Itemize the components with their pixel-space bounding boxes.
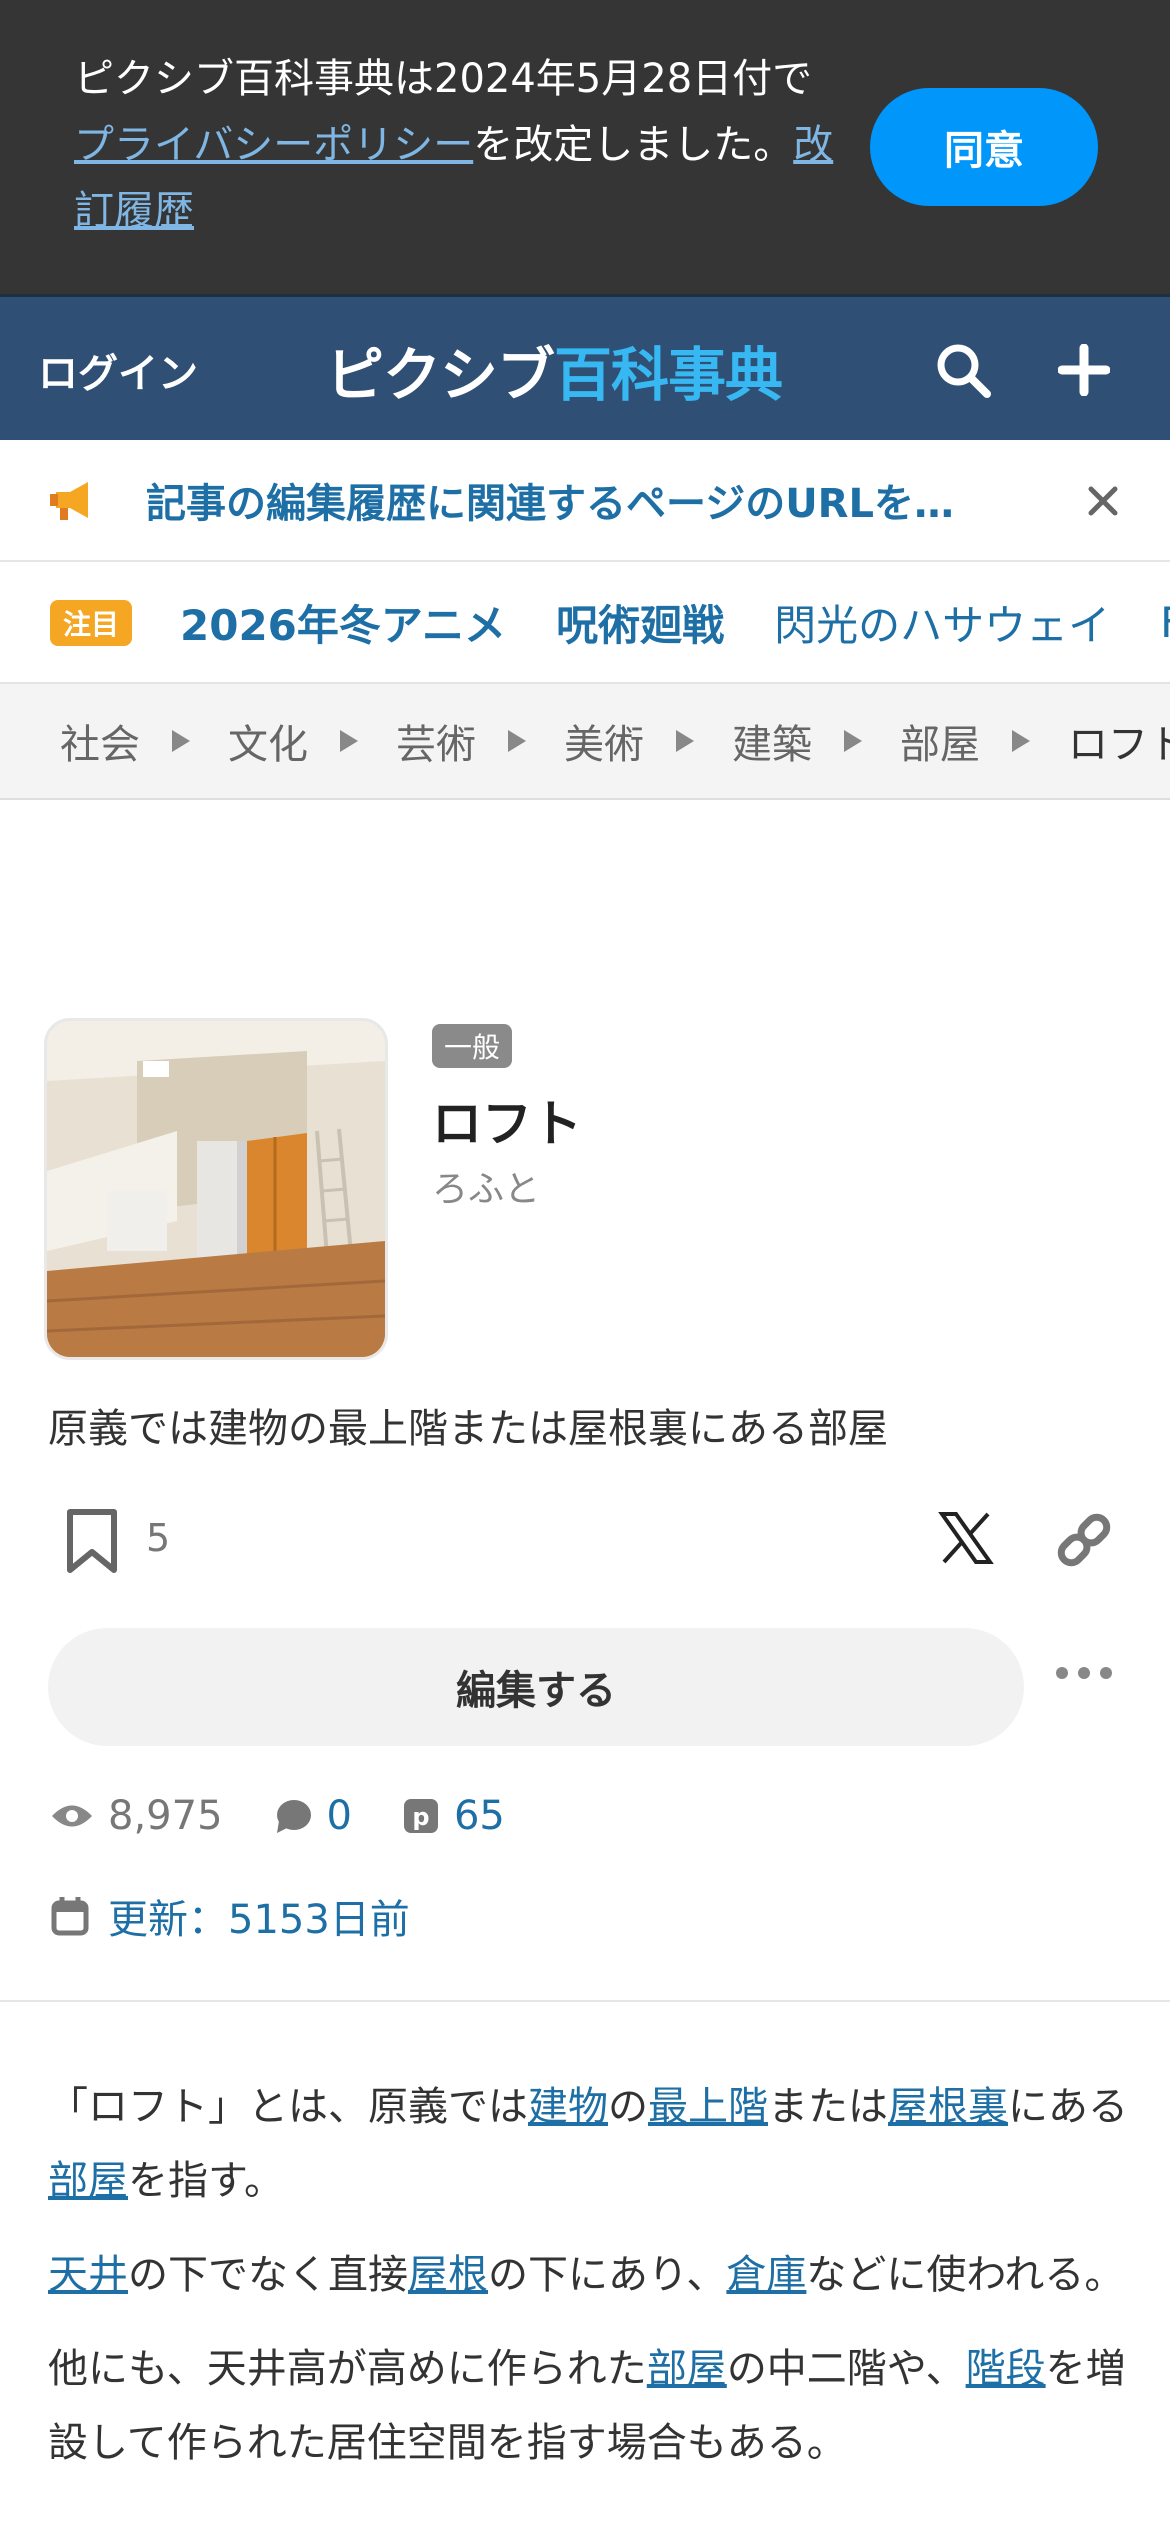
article-reading: ろふと — [432, 1169, 541, 1210]
body-text: を指す。 — [128, 2158, 284, 2204]
article-stats: 8,975 0 p 65 — [50, 1786, 555, 1846]
article-summary: 原義では建物の最上階または屋根裏にある部屋 — [48, 1406, 888, 1452]
breadcrumb-current: ロフト — [1068, 722, 1170, 768]
privacy-policy-link[interactable]: プライバシーポリシー — [74, 122, 473, 168]
notice-bar[interactable]: 記事の編集履歴に関連するページのURLを… — [0, 440, 1170, 562]
consent-text: ピクシブ百科事典は2024年5月28日付でプライバシーポリシーを改定しました。改… — [74, 46, 834, 244]
breadcrumb-item[interactable]: 建築 — [732, 712, 812, 770]
edit-button[interactable]: 編集する — [48, 1628, 1024, 1746]
updated-date[interactable]: 更新：5153日前 — [50, 1886, 410, 1946]
category-badge[interactable]: 一般 — [432, 1024, 513, 1068]
article-body: 「ロフト」とは、原義では建物の最上階または屋根裏にある部屋を指す。 天井の下でな… — [48, 2070, 1128, 2500]
pixiv-works-stat[interactable]: p 65 — [402, 1793, 505, 1839]
trending-item[interactable]: F — [1160, 598, 1170, 647]
search-icon[interactable] — [934, 297, 992, 443]
link-icon[interactable] — [1052, 1508, 1116, 1576]
body-text: 「ロフト」とは、原義では — [48, 2084, 528, 2130]
x-share-icon[interactable] — [938, 1510, 994, 1570]
trending-item[interactable]: 呪術廻戦 — [556, 592, 724, 653]
login-link[interactable]: ログイン — [38, 297, 198, 443]
body-paragraph: 天井の下でなく直接屋根の下にあり、倉庫などに使われる。 — [48, 2238, 1128, 2312]
trending-item[interactable]: 閃光のハサウェイ — [774, 592, 1110, 653]
body-text: の下にあり、 — [488, 2252, 727, 2298]
views-stat: 8,975 — [50, 1793, 223, 1839]
calendar-icon — [51, 1897, 89, 1936]
body-link[interactable]: 屋根裏 — [888, 2084, 1008, 2130]
breadcrumb-item[interactable]: 芸術 — [396, 712, 476, 770]
trending-item[interactable]: 2026年冬アニメ — [180, 592, 506, 653]
body-text: 他にも、天井高が高めに作られた — [48, 2346, 647, 2392]
more-options-icon[interactable] — [1054, 1664, 1114, 1686]
consent-text-middle: を改定しました。 — [473, 122, 794, 168]
pixiv-works-count[interactable]: 65 — [454, 1793, 505, 1839]
svg-text:p: p — [412, 1803, 429, 1831]
body-text: などに使われる。 — [806, 2252, 1125, 2298]
consent-text-before: ピクシブ百科事典は2024年5月28日付で — [74, 56, 813, 102]
plus-icon[interactable] — [1058, 297, 1110, 443]
featured-badge: 注目 — [50, 600, 132, 646]
section-divider — [0, 2000, 1170, 2002]
site-header: ログイン ピクシブ 百科事典 — [0, 294, 1170, 440]
body-link[interactable]: 天井 — [48, 2252, 128, 2298]
breadcrumb-separator-icon — [676, 730, 694, 752]
site-logo[interactable]: ピクシブ 百科事典 — [326, 297, 783, 443]
body-link[interactable]: 部屋 — [647, 2346, 727, 2392]
comment-icon — [276, 1800, 311, 1833]
article-thumbnail[interactable] — [44, 1018, 388, 1360]
pixiv-icon: p — [403, 1799, 438, 1833]
body-text: にある — [1008, 2084, 1128, 2130]
views-count: 8,975 — [108, 1793, 223, 1839]
body-link[interactable]: 倉庫 — [726, 2252, 806, 2298]
agree-button[interactable]: 同意 — [870, 88, 1098, 206]
body-paragraph: 他にも、天井高が高めに作られた部屋の中二階や、階段を増設して作られた居住空間を指… — [48, 2332, 1128, 2480]
article-title: ロフト — [432, 1095, 582, 1153]
breadcrumb: 社会 文化 芸術 美術 建築 部屋 ロフト — [0, 684, 1170, 800]
notice-text[interactable]: 記事の編集履歴に関連するページのURLを… — [146, 440, 1016, 560]
body-link[interactable]: 建物 — [528, 2084, 608, 2130]
body-text: の — [608, 2084, 648, 2130]
body-link[interactable]: 階段 — [966, 2346, 1046, 2392]
breadcrumb-separator-icon — [172, 730, 190, 752]
comments-stat[interactable]: 0 — [273, 1793, 352, 1839]
bookmark-count: 5 — [146, 1516, 171, 1560]
updated-text[interactable]: 更新：5153日前 — [108, 1887, 410, 1945]
breadcrumb-item[interactable]: 社会 — [60, 712, 140, 770]
body-text: または — [768, 2084, 888, 2130]
body-link[interactable]: 屋根 — [408, 2252, 488, 2298]
breadcrumb-separator-icon — [1012, 730, 1030, 752]
body-text: の下でなく直接 — [128, 2252, 408, 2298]
body-link[interactable]: 最上階 — [648, 2084, 768, 2130]
breadcrumb-separator-icon — [508, 730, 526, 752]
logo-part-pixiv: ピクシブ — [326, 341, 555, 409]
comments-count[interactable]: 0 — [327, 1793, 352, 1839]
trending-bar: 注目 2026年冬アニメ 呪術廻戦 閃光のハサウェイ F — [0, 562, 1170, 684]
body-text: の中二階や、 — [726, 2346, 966, 2392]
breadcrumb-item[interactable]: 部屋 — [900, 712, 980, 770]
breadcrumb-separator-icon — [340, 730, 358, 752]
body-paragraph: 「ロフト」とは、原義では建物の最上階または屋根裏にある部屋を指す。 — [48, 2070, 1128, 2218]
close-icon[interactable] — [1078, 476, 1128, 526]
breadcrumb-item[interactable]: 文化 — [228, 712, 308, 770]
breadcrumb-item[interactable]: 美術 — [564, 712, 644, 770]
megaphone-icon — [48, 478, 96, 526]
eye-icon — [52, 1805, 92, 1827]
consent-banner: ピクシブ百科事典は2024年5月28日付でプライバシーポリシーを改定しました。改… — [0, 0, 1170, 294]
trending-items: 2026年冬アニメ 呪術廻戦 閃光のハサウェイ F — [180, 562, 1170, 682]
bookmark-icon[interactable] — [64, 1508, 120, 1578]
logo-part-encyclopedia: 百科事典 — [554, 341, 783, 409]
body-link[interactable]: 部屋 — [48, 2158, 128, 2204]
breadcrumb-separator-icon — [844, 730, 862, 752]
